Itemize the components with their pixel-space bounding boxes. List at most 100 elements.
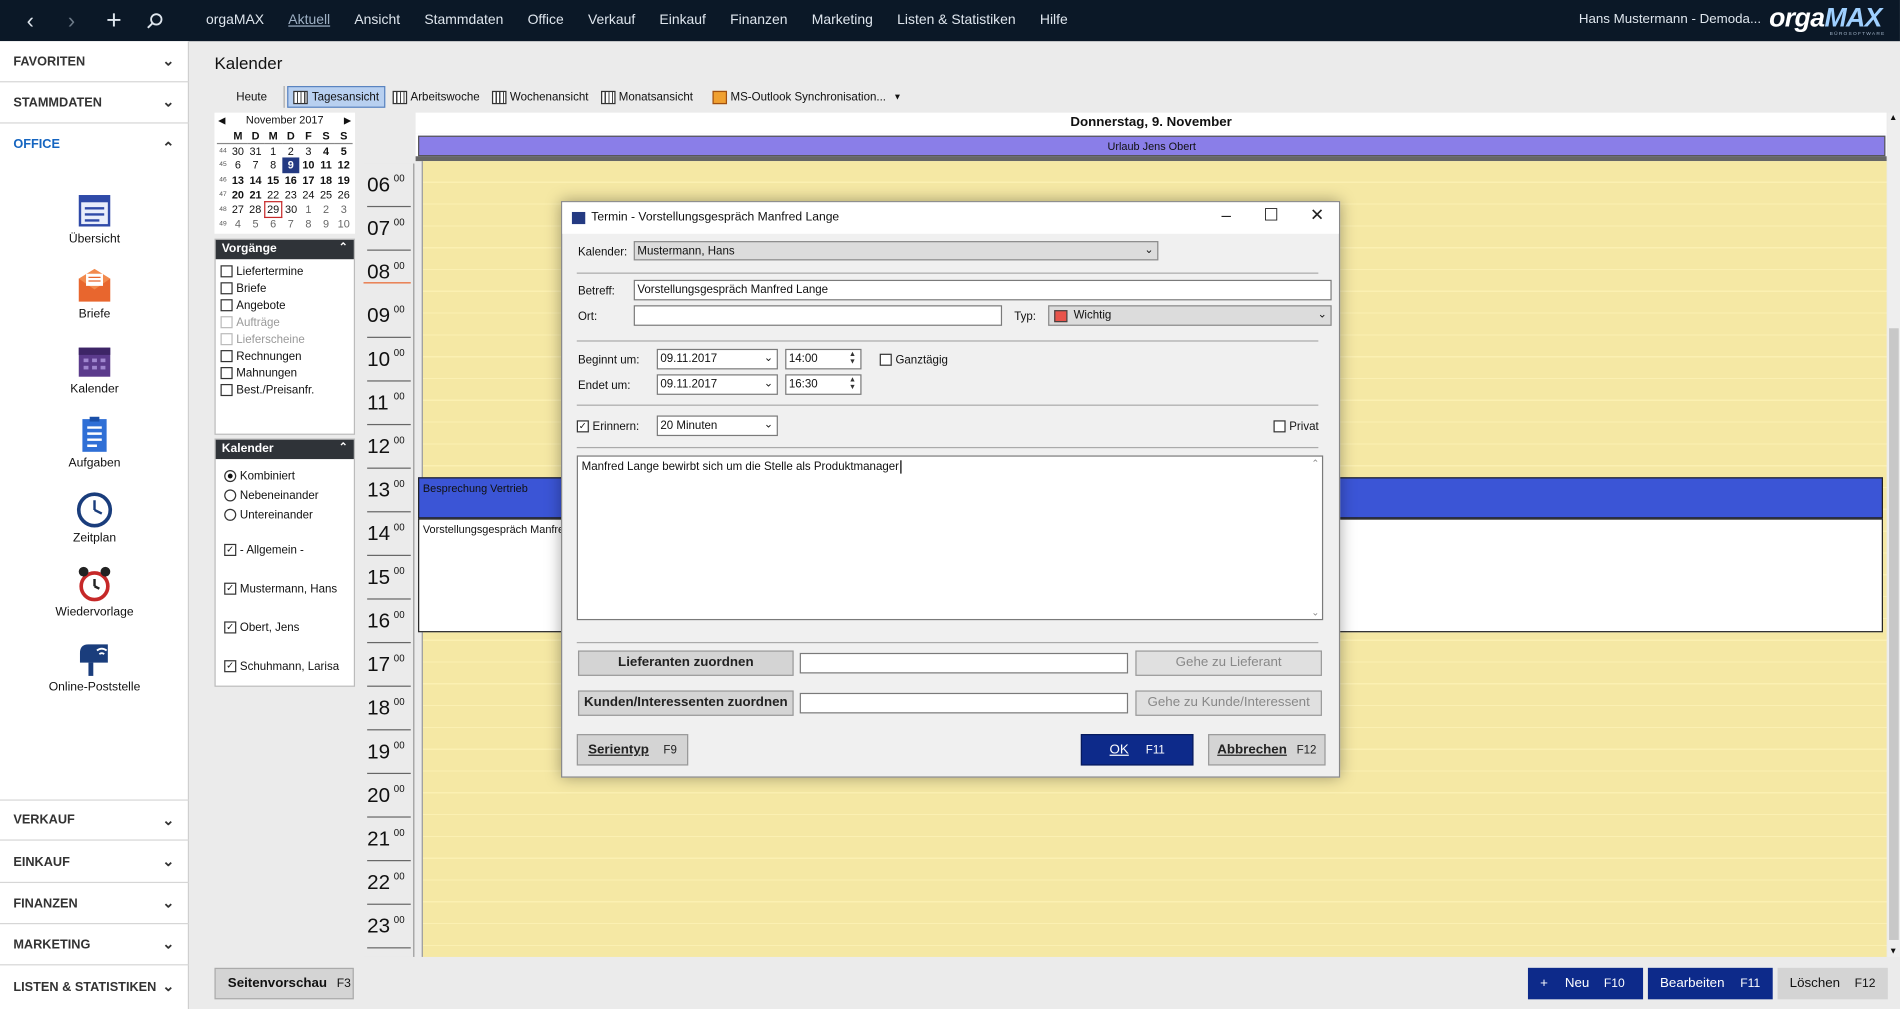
calendar-day[interactable]: 30 [282, 202, 300, 217]
today-button[interactable]: Heute [212, 86, 286, 108]
checkbox[interactable] [220, 265, 233, 278]
menu-verkauf[interactable]: Verkauf [588, 13, 635, 28]
calendar-day[interactable]: 3 [300, 143, 318, 158]
scroll-up-icon[interactable]: ⌃ [1311, 458, 1319, 469]
forward-arrow-icon[interactable]: › [51, 0, 92, 41]
ort-input[interactable] [633, 305, 1003, 326]
calendar-day[interactable]: 9 [317, 217, 335, 232]
section-listen[interactable]: LISTEN & STATISTIKEN ⌄ [0, 967, 189, 1008]
scroll-down-icon[interactable]: ⌄ [1311, 607, 1319, 618]
gehe-zu-kunde-button[interactable]: Gehe zu Kunde/Interessent [1135, 690, 1322, 716]
beginn-date-picker[interactable]: 09.11.2017 ⌄ [656, 348, 778, 370]
calendar-schuhmann[interactable]: ✓ Schuhmann, Larisa [219, 658, 353, 675]
betreff-input[interactable]: Vorstellungsgespräch Manfred Lange [633, 279, 1332, 301]
calendar-day[interactable]: 24 [300, 187, 318, 202]
search-icon[interactable] [134, 0, 175, 41]
checkbox[interactable] [220, 383, 233, 397]
abbrechen-button[interactable]: Abbrechen F12 [1208, 734, 1326, 766]
ende-time-input[interactable]: 16:30 ▲ ▼ [785, 374, 862, 395]
calendar-day[interactable]: 2 [317, 202, 335, 217]
checkbox-checked[interactable]: ✓ [224, 621, 237, 634]
calendar-day[interactable]: 1 [264, 143, 282, 158]
vertical-scrollbar[interactable]: ▲ ▼ [1887, 112, 1900, 957]
mode-untereinander[interactable]: Untereinander [219, 505, 353, 524]
menu-einkauf[interactable]: Einkauf [659, 13, 705, 28]
menu-hilfe[interactable]: Hilfe [1040, 13, 1068, 28]
sidebar-item-kalender[interactable]: Kalender [0, 343, 189, 396]
calendar-day[interactable]: 6 [264, 217, 282, 232]
calendar-day[interactable]: 11 [317, 158, 335, 173]
menu-office[interactable]: Office [528, 13, 564, 28]
month-view-button[interactable]: Monatsansicht [596, 86, 698, 108]
calendar-day[interactable]: 30 [229, 143, 247, 158]
filter-liefertermine[interactable]: Liefertermine [216, 263, 354, 280]
calendar-day[interactable]: 1 [300, 202, 318, 217]
checkbox[interactable] [220, 367, 233, 380]
menu-listen[interactable]: Listen & Statistiken [897, 13, 1016, 28]
sidebar-item-uebersicht[interactable]: Übersicht [0, 193, 189, 246]
sidebar-item-zeitplan[interactable]: Zeitplan [0, 492, 189, 545]
calendar-allgemein[interactable]: ✓ - Allgemein - [219, 541, 353, 558]
section-verkauf[interactable]: VERKAUF ⌄ [0, 799, 190, 841]
section-stammdaten[interactable]: STAMMDATEN ⌄ [0, 82, 190, 124]
section-favoriten[interactable]: FAVORITEN ⌄ [0, 41, 190, 83]
typ-select[interactable]: Wichtig ⌄ [1048, 305, 1332, 326]
maximize-icon[interactable]: ☐ [1249, 205, 1293, 226]
calendar-day-today[interactable]: 29 [263, 201, 283, 218]
calendar-day[interactable]: 26 [335, 187, 353, 202]
next-month-icon[interactable]: ▶ [344, 113, 351, 129]
ende-date-picker[interactable]: 09.11.2017 ⌄ [656, 374, 778, 395]
checkbox[interactable] [220, 299, 233, 312]
filter-bestellungen[interactable]: Best./Preisanfr. [216, 382, 354, 399]
calendar-obert[interactable]: ✓ Obert, Jens [219, 619, 353, 636]
scroll-down-icon[interactable]: ▼ [1889, 947, 1897, 955]
sidebar-item-aufgaben[interactable]: Aufgaben [0, 416, 189, 470]
calendar-day[interactable]: 8 [264, 158, 282, 173]
calendar-day[interactable]: 17 [300, 173, 318, 188]
sidebar-item-wiedervorlage[interactable]: Wiedervorlage [0, 566, 189, 619]
day-view-button[interactable]: Tagesansicht [287, 86, 386, 108]
calendar-day[interactable]: 8 [300, 217, 318, 232]
calendar-day[interactable]: 19 [335, 173, 353, 188]
calendar-day[interactable]: 31 [247, 143, 265, 158]
calendar-day[interactable]: 16 [282, 173, 300, 188]
radio-button[interactable] [224, 489, 237, 502]
mode-kombiniert[interactable]: Kombiniert [219, 466, 353, 485]
calendar-day-selected[interactable]: 9 [281, 157, 300, 173]
calendar-day[interactable]: 5 [247, 217, 265, 232]
calendar-mustermann[interactable]: ✓ Mustermann, Hans [219, 580, 353, 597]
menu-ansicht[interactable]: Ansicht [354, 13, 400, 28]
close-icon[interactable]: ✕ [1295, 205, 1339, 226]
vorgaenge-header[interactable]: Vorgänge ⌃ [215, 239, 354, 260]
calendar-day[interactable]: 2 [282, 143, 300, 158]
back-arrow-icon[interactable]: ‹ [10, 0, 51, 41]
calendar-day[interactable]: 10 [335, 217, 353, 232]
checkbox-checked[interactable]: ✓ [224, 543, 237, 556]
allday-event[interactable]: Urlaub Jens Obert [418, 135, 1886, 157]
spinner-icon[interactable]: ▲ ▼ [846, 377, 859, 393]
checkbox[interactable] [220, 282, 233, 295]
calendar-day[interactable]: 23 [282, 187, 300, 202]
serientyp-button[interactable]: Serientyp F9 [576, 734, 689, 766]
section-office[interactable]: OFFICE ⌃ [0, 124, 189, 165]
calendar-day[interactable]: 4 [317, 143, 335, 158]
checkbox[interactable] [879, 353, 892, 366]
plus-icon[interactable]: + [93, 0, 134, 41]
checkbox-checked[interactable]: ✓ [224, 582, 237, 595]
checkbox-checked[interactable]: ✓ [224, 660, 237, 673]
ganztaegig-checkbox[interactable]: Ganztägig [879, 351, 948, 368]
section-marketing[interactable]: MARKETING ⌄ [0, 924, 190, 966]
calendar-day[interactable]: 3 [335, 202, 353, 217]
section-finanzen[interactable]: FINANZEN ⌄ [0, 883, 190, 925]
erinnern-checkbox[interactable]: ✓ Erinnern: [576, 418, 639, 435]
calendar-day[interactable]: 22 [264, 187, 282, 202]
calendar-day[interactable]: 14 [247, 173, 265, 188]
filter-angebote[interactable]: Angebote [216, 297, 354, 314]
kunde-input[interactable] [799, 692, 1129, 714]
checkbox[interactable] [220, 350, 233, 363]
scrollbar-thumb[interactable] [1889, 328, 1899, 940]
calendar-day[interactable]: 7 [247, 158, 265, 173]
radio-button[interactable] [224, 469, 237, 483]
user-name[interactable]: Hans Mustermann - Demoda... [1579, 12, 1761, 27]
minimize-icon[interactable]: – [1204, 205, 1248, 224]
